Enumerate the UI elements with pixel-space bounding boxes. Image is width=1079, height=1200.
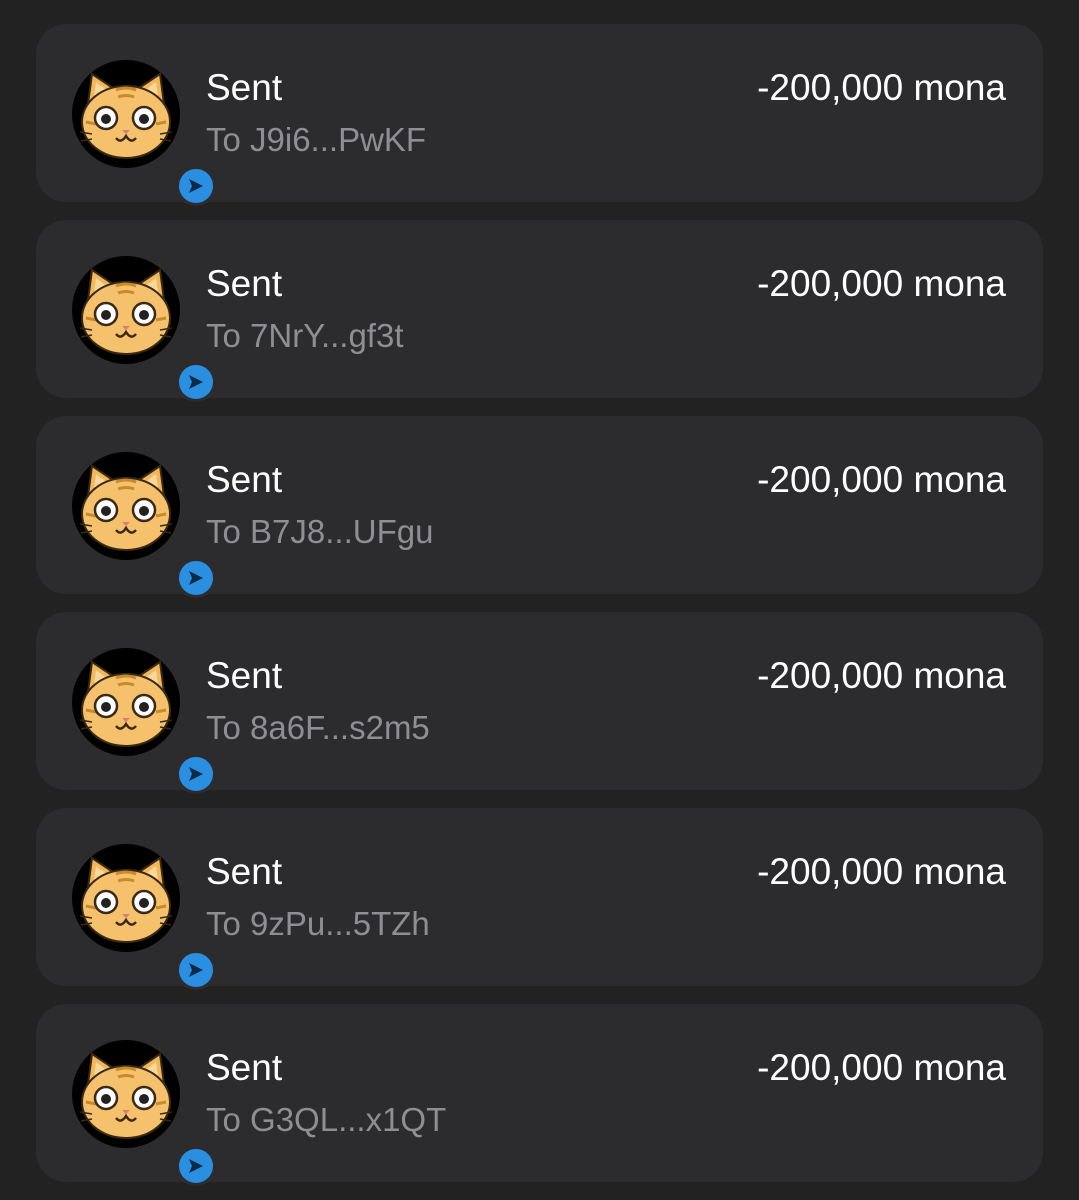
transaction-recipient: To 9zPu...5TZh xyxy=(206,905,430,942)
cat-token-icon xyxy=(72,648,180,756)
token-avatar xyxy=(72,452,216,598)
transaction-row[interactable]: Sent To B7J8...UFgu -200,000 mona xyxy=(36,416,1043,598)
transaction-row[interactable]: Sent To 9zPu...5TZh -200,000 mona xyxy=(36,808,1043,990)
send-arrow-icon xyxy=(176,950,216,990)
cat-token-icon xyxy=(72,452,180,560)
transaction-recipient: To G3QL...x1QT xyxy=(206,1101,447,1138)
transaction-list: Sent To J9i6...PwKF -200,000 mona Sent T… xyxy=(36,24,1043,1200)
token-avatar xyxy=(72,60,216,206)
transaction-row[interactable]: Sent To J9i6...PwKF -200,000 mona xyxy=(36,24,1043,206)
transaction-type: Sent xyxy=(206,655,283,696)
transaction-row[interactable]: Sent To 8a6F...s2m5 -200,000 mona xyxy=(36,612,1043,794)
token-avatar xyxy=(72,648,216,794)
transaction-amount: -200,000 mona xyxy=(757,263,1006,304)
cat-token-icon xyxy=(72,256,180,364)
transaction-type: Sent xyxy=(206,67,283,108)
transaction-amount: -200,000 mona xyxy=(757,655,1006,696)
transaction-type: Sent xyxy=(206,851,283,892)
transaction-amount: -200,000 mona xyxy=(757,851,1006,892)
send-arrow-icon xyxy=(176,1146,216,1186)
transaction-recipient: To 7NrY...gf3t xyxy=(206,317,404,354)
transaction-row[interactable]: Sent To G3QL...x1QT -200,000 mona xyxy=(36,1004,1043,1186)
cat-token-icon xyxy=(72,844,180,952)
send-arrow-icon xyxy=(176,362,216,402)
transaction-type: Sent xyxy=(206,1047,283,1088)
transaction-type: Sent xyxy=(206,459,283,500)
transaction-amount: -200,000 mona xyxy=(757,459,1006,500)
cat-token-icon xyxy=(72,1040,180,1148)
transaction-recipient: To 8a6F...s2m5 xyxy=(206,709,430,746)
transaction-amount: -200,000 mona xyxy=(757,67,1006,108)
token-avatar xyxy=(72,256,216,402)
send-arrow-icon xyxy=(176,754,216,794)
send-arrow-icon xyxy=(176,558,216,598)
send-arrow-icon xyxy=(176,166,216,206)
transaction-type: Sent xyxy=(206,263,283,304)
transaction-recipient: To B7J8...UFgu xyxy=(206,513,434,550)
token-avatar xyxy=(72,1040,216,1186)
transaction-recipient: To J9i6...PwKF xyxy=(206,121,427,158)
transaction-row[interactable]: Sent To 7NrY...gf3t -200,000 mona xyxy=(36,220,1043,402)
token-avatar xyxy=(72,844,216,990)
transaction-amount: -200,000 mona xyxy=(757,1047,1006,1088)
cat-token-icon xyxy=(72,60,180,168)
